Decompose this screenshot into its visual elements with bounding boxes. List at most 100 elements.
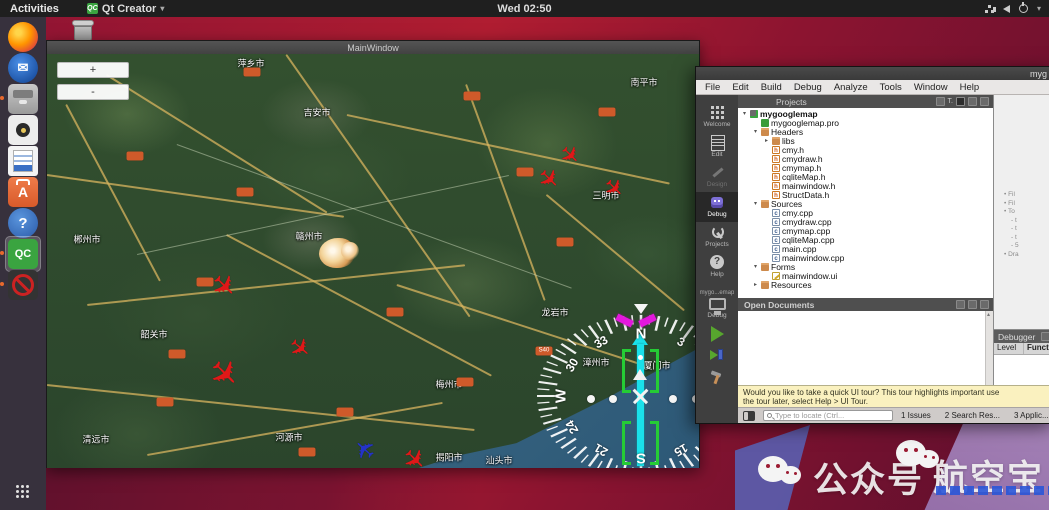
menu-analyze[interactable]: Analyze: [829, 82, 873, 93]
ui-tour-info-bar[interactable]: Would you like to take a quick UI tour? …: [738, 385, 1049, 407]
red-aircraft-icon[interactable]: ✈: [203, 266, 244, 307]
expand-arrow-icon[interactable]: ▸: [763, 137, 770, 144]
tree-item-cmy-cpp[interactable]: c cmy.cpp: [738, 208, 993, 218]
dock-item-help[interactable]: ?: [8, 208, 38, 238]
tree-item-sources[interactable]: ▾ Sources: [738, 199, 993, 209]
scrollbar[interactable]: [985, 311, 993, 385]
tree-item-libs[interactable]: ▸ libs: [738, 136, 993, 146]
mode-design: Design: [696, 162, 738, 192]
city-label: 吉安市: [303, 107, 331, 118]
debug-mode-icon: [710, 195, 724, 209]
output-panel-button[interactable]: 2 Search Res...: [945, 411, 1000, 420]
menu-edit[interactable]: Edit: [727, 82, 753, 93]
red-aircraft-icon[interactable]: ✈: [282, 330, 318, 367]
split-icon[interactable]: [968, 97, 977, 106]
menu-build[interactable]: Build: [756, 82, 787, 93]
mode-welcome[interactable]: Welcome: [696, 102, 738, 132]
power-icon[interactable]: [1018, 2, 1028, 13]
heading-pointer-icon: [634, 304, 648, 314]
pane-menu-icon[interactable]: [1041, 332, 1049, 341]
show-applications-button[interactable]: [16, 485, 30, 499]
run-button[interactable]: [710, 326, 724, 342]
dock-item-files[interactable]: [0, 84, 38, 114]
tree-item-cmymap-cpp[interactable]: c cmymap.cpp: [738, 226, 993, 236]
mode-edit[interactable]: Edit: [696, 132, 738, 162]
debugger-table-body[interactable]: [994, 355, 1049, 385]
column-function[interactable]: Funct: [1024, 343, 1049, 354]
tree-item-mainwindow-cpp[interactable]: c mainwindow.cpp: [738, 253, 993, 263]
dock-item-software[interactable]: A: [8, 177, 38, 207]
tree-item-cmydraw-h[interactable]: h cmydraw.h: [738, 154, 993, 164]
close-pane-icon[interactable]: [980, 300, 989, 309]
red-aircraft-icon[interactable]: ✈: [199, 348, 249, 398]
mainwindow-titlebar[interactable]: MainWindow: [47, 41, 699, 54]
collapse-arrow-icon[interactable]: ▾: [741, 110, 748, 117]
ubuntu-software-icon: A: [8, 177, 38, 207]
red-aircraft-icon[interactable]: ✈: [395, 440, 434, 468]
tree-item-cqlitemap-cpp[interactable]: c cqliteMap.cpp: [738, 235, 993, 245]
sidebar-toggle-icon[interactable]: [743, 410, 755, 421]
tree-item-main-cpp[interactable]: c main.cpp: [738, 244, 993, 254]
locator-input[interactable]: Type to locate (Ctrl...: [763, 410, 893, 421]
tree-item-forms[interactable]: ▾ Forms: [738, 262, 993, 272]
tree-item-structdata-h[interactable]: h StructData.h: [738, 190, 993, 200]
clock[interactable]: Wed 02:50: [0, 3, 1049, 15]
collapse-arrow-icon[interactable]: ▾: [752, 128, 759, 135]
qt-creator-titlebar[interactable]: myg: [696, 67, 1049, 80]
volume-icon[interactable]: [992, 4, 1010, 13]
tree-item-cmydraw-cpp[interactable]: c cmydraw.cpp: [738, 217, 993, 227]
expand-arrow-icon[interactable]: ▸: [752, 281, 759, 288]
tree-item-mainwindow-ui[interactable]: mainwindow.ui: [738, 271, 993, 281]
column-level[interactable]: Level: [994, 343, 1024, 354]
map-zoom-out-button[interactable]: -: [57, 84, 129, 100]
dock-item-qtc[interactable]: QC: [0, 236, 41, 272]
tree-item-mainwindow-h[interactable]: h mainwindow.h: [738, 181, 993, 191]
open-documents-list[interactable]: [738, 311, 993, 385]
kit-project-name: mygo...emap: [699, 290, 735, 296]
dock-item-firefox[interactable]: [8, 22, 38, 52]
mode-debug[interactable]: Debug: [696, 192, 738, 222]
menu-window[interactable]: Window: [909, 82, 953, 93]
menu-tools[interactable]: Tools: [875, 82, 907, 93]
chevron-down-icon[interactable]: ▾: [1037, 4, 1041, 13]
kit-selector[interactable]: mygo...emap Debug: [700, 290, 735, 319]
dock-item-recorder[interactable]: [0, 270, 38, 300]
menu-debug[interactable]: Debug: [789, 82, 827, 93]
screen: 公众号 航空宝 MainWindow 萍乡市 南平市 吉安市 三明市 郴州市 赣…: [0, 0, 1049, 510]
compass-label-N: N: [635, 325, 647, 343]
filter-icon[interactable]: T.: [948, 98, 953, 105]
folder-file-icon: [761, 262, 769, 271]
filter-icon[interactable]: [956, 300, 965, 309]
editor-area[interactable]: • Fil • Fil • To - t- t- t- 5 • Dra: [994, 95, 1049, 329]
dock-item-media[interactable]: [8, 115, 38, 145]
build-button[interactable]: [709, 370, 725, 384]
debug-run-button[interactable]: [710, 349, 724, 362]
mode-projects[interactable]: Projects: [696, 222, 738, 252]
map-canvas[interactable]: 萍乡市 南平市 吉安市 三明市 郴州市 赣州市 龙岩市 韶关市 漳州市 厦门市 梅州市 清远市 河源市揭…: [47, 54, 699, 468]
editor-text-line: - t: [1011, 233, 1017, 241]
mode-help[interactable]: ? Help: [696, 252, 738, 282]
h-file-icon: h: [772, 145, 780, 154]
sync-icon[interactable]: [935, 97, 945, 106]
tree-item-cmymap-h[interactable]: h cmymap.h: [738, 163, 993, 173]
road-shield: [386, 307, 404, 317]
output-panel-button[interactable]: 1 Issues: [901, 411, 931, 420]
link-icon[interactable]: [956, 97, 965, 106]
tree-item-resources[interactable]: ▸ Resources: [738, 280, 993, 290]
menu-help[interactable]: Help: [955, 82, 985, 93]
collapse-arrow-icon[interactable]: ▾: [752, 263, 759, 270]
project-file-icon: [750, 109, 758, 118]
tree-item-cmy-h[interactable]: h cmy.h: [738, 145, 993, 155]
split-icon[interactable]: [968, 300, 977, 309]
close-pane-icon[interactable]: [980, 97, 989, 106]
tree-item-cqlitemap-h[interactable]: h cqliteMap.h: [738, 172, 993, 182]
tree-item-headers[interactable]: ▾ Headers: [738, 127, 993, 137]
collapse-arrow-icon[interactable]: ▾: [752, 200, 759, 207]
output-panel-button[interactable]: 3 Applic...: [1014, 411, 1049, 420]
dock-item-thunderbird[interactable]: ✉: [8, 53, 38, 83]
map-zoom-in-button[interactable]: +: [57, 62, 129, 78]
road-shield: [126, 151, 144, 161]
blue-aircraft-icon[interactable]: ✈: [347, 431, 383, 468]
dock-item-writer[interactable]: [8, 146, 38, 176]
menu-file[interactable]: File: [700, 82, 725, 93]
